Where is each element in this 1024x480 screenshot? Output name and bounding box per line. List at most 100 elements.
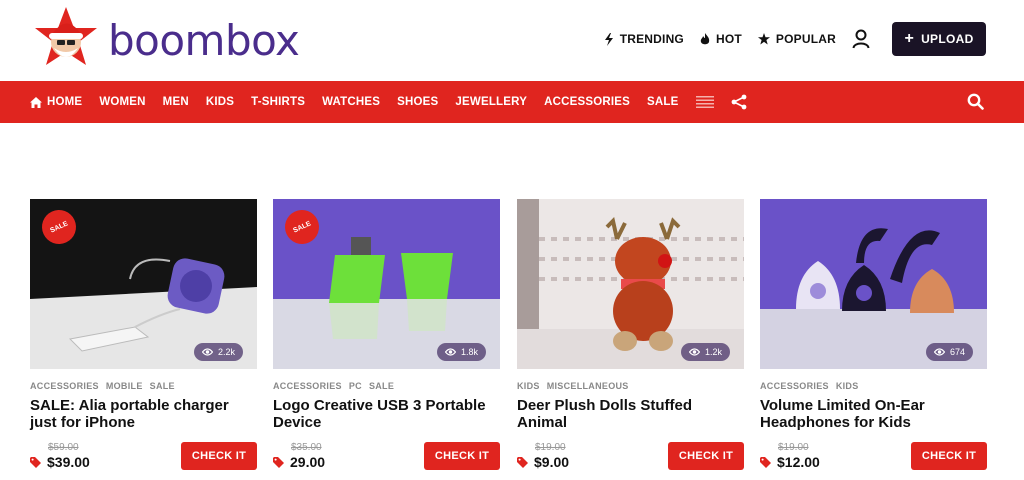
category-list: ACCESSORIES KIDS [760,381,987,393]
product-card: 674 ACCESSORIES KIDS Volume Limited On-Ea… [760,199,987,472]
site-logo[interactable]: boombox [30,4,300,76]
nav-item-label: WOMEN [99,96,146,108]
check-it-button[interactable]: CHECK IT [668,442,744,470]
nav-item-label: MEN [162,96,189,108]
product-card: SALE 1.8k ACCESSORIES PC SALE Logo Creativ… [273,199,500,472]
check-it-button[interactable]: CHECK IT [181,442,257,470]
upload-label: UPLOAD [921,32,974,46]
nav-item-shoes[interactable]: SHOES [397,96,438,108]
product-pricing: $19.00 $9.00 CHECK IT [517,442,744,472]
old-price: $19.00 [535,442,566,453]
site-header: boombox TRENDING HOT POPULAR + UPLOAD [0,0,1024,82]
nav-item-men[interactable]: MEN [163,96,189,108]
category-tag[interactable]: ACCESSORIES [273,381,342,391]
trending-link[interactable]: TRENDING [604,32,684,46]
plus-icon: + [904,30,915,47]
top-navigation: TRENDING HOT POPULAR + UPLOAD [588,22,986,56]
trending-label: TRENDING [619,32,684,46]
nav-item-label: WATCHES [322,96,381,108]
eye-icon [933,348,945,356]
category-tag[interactable]: MOBILE [106,381,143,391]
hot-link[interactable]: HOT [700,32,742,46]
nav-item-label: KIDS [205,96,235,108]
nav-item-label: JEWELLERY [455,96,528,108]
popular-link[interactable]: POPULAR [757,32,836,46]
star-icon [757,33,770,45]
product-title[interactable]: SALE: Alia portable charger just for iPh… [30,397,257,433]
product-pricing: $59.00 $39.00 CHECK IT [30,442,257,472]
search-icon[interactable] [967,93,984,115]
nav-item-label: HOME [47,96,83,108]
main-category-nav: HOME WOMEN MEN KIDS T-SHIRTS WATCHES SHO… [0,81,1024,123]
category-tag[interactable]: KIDS [517,381,540,391]
current-price: $9.00 [534,454,570,470]
flame-icon [700,32,710,44]
nav-item-home[interactable]: HOME [30,96,82,108]
category-tag[interactable]: PC [349,381,362,391]
old-price: $35.00 [291,442,322,453]
share-icon[interactable] [731,94,752,110]
nav-item-kids[interactable]: KIDS [206,96,234,108]
price-row: $39.00 [30,454,90,470]
views-value: 2.2k [217,347,235,357]
nav-item-accessories[interactable]: ACCESSORIES [544,96,630,108]
nav-item-women[interactable]: WOMEN [99,96,145,108]
views-value: 674 [949,347,965,357]
price-tag-icon [30,456,41,468]
product-card: SALE 2.2k ACCESSORIES MOBILE SALE SALE: Al… [30,199,257,472]
price-tag-icon [760,456,771,468]
price-row: $12.00 [760,454,820,470]
old-price: $19.00 [778,442,809,453]
nav-item-label: ACCESSORIES [544,96,631,108]
views-count: 674 [925,343,973,361]
upload-button[interactable]: + UPLOAD [892,22,986,56]
santa-star-logo-icon [30,4,102,76]
current-price: 29.00 [290,454,326,470]
nav-item-t-shirts[interactable]: T-SHIRTS [251,96,305,108]
eye-icon [444,348,456,356]
nav-item-label: SALE [647,96,679,108]
category-tag[interactable]: SALE [369,381,394,391]
category-tag[interactable]: SALE [150,381,175,391]
current-price: $12.00 [777,454,820,470]
eye-icon [688,348,700,356]
check-it-button[interactable]: CHECK IT [424,442,500,470]
views-count: 2.2k [193,343,243,361]
product-image[interactable]: SALE 1.8k [273,199,500,369]
home-icon [30,96,42,108]
hot-label: HOT [715,32,742,46]
product-pricing: $35.00 29.00 CHECK IT [273,442,500,472]
category-tag[interactable]: ACCESSORIES [30,381,99,391]
nav-item-label: SHOES [397,96,439,108]
views-count: 1.2k [680,343,730,361]
product-image[interactable]: SALE 2.2k [30,199,257,369]
nav-item-watches[interactable]: WATCHES [322,96,380,108]
product-card: 1.2k KIDS MISCELLANEOUS Deer Plush Dolls … [517,199,744,472]
product-title[interactable]: Volume Limited On-Ear Headphones for Kid… [760,397,987,433]
eye-icon [201,348,213,356]
views-value: 1.2k [704,347,722,357]
brand-name: boombox [108,15,300,65]
lightning-icon [604,32,613,46]
product-pricing: $19.00 $12.00 CHECK IT [760,442,987,472]
price-row: 29.00 [273,454,325,470]
price-row: $9.00 [517,454,569,470]
nav-item-sale[interactable]: SALE [647,96,678,108]
nav-item-jewellery[interactable]: JEWELLERY [455,96,527,108]
category-list: ACCESSORIES PC SALE [273,381,500,393]
category-list: ACCESSORIES MOBILE SALE [30,381,257,393]
category-list: KIDS MISCELLANEOUS [517,381,744,393]
nav-item-label: T-SHIRTS [251,96,306,108]
category-tag[interactable]: KIDS [836,381,859,391]
product-image[interactable]: 674 [760,199,987,369]
user-account-icon[interactable] [852,29,870,49]
product-title[interactable]: Logo Creative USB 3 Portable Device [273,397,500,433]
views-count: 1.8k [436,343,486,361]
category-tag[interactable]: MISCELLANEOUS [547,381,629,391]
product-image[interactable]: 1.2k [517,199,744,369]
more-menu-icon[interactable] [695,96,719,108]
views-value: 1.8k [460,347,478,357]
category-tag[interactable]: ACCESSORIES [760,381,829,391]
check-it-button[interactable]: CHECK IT [911,442,987,470]
product-title[interactable]: Deer Plush Dolls Stuffed Animal [517,397,744,433]
